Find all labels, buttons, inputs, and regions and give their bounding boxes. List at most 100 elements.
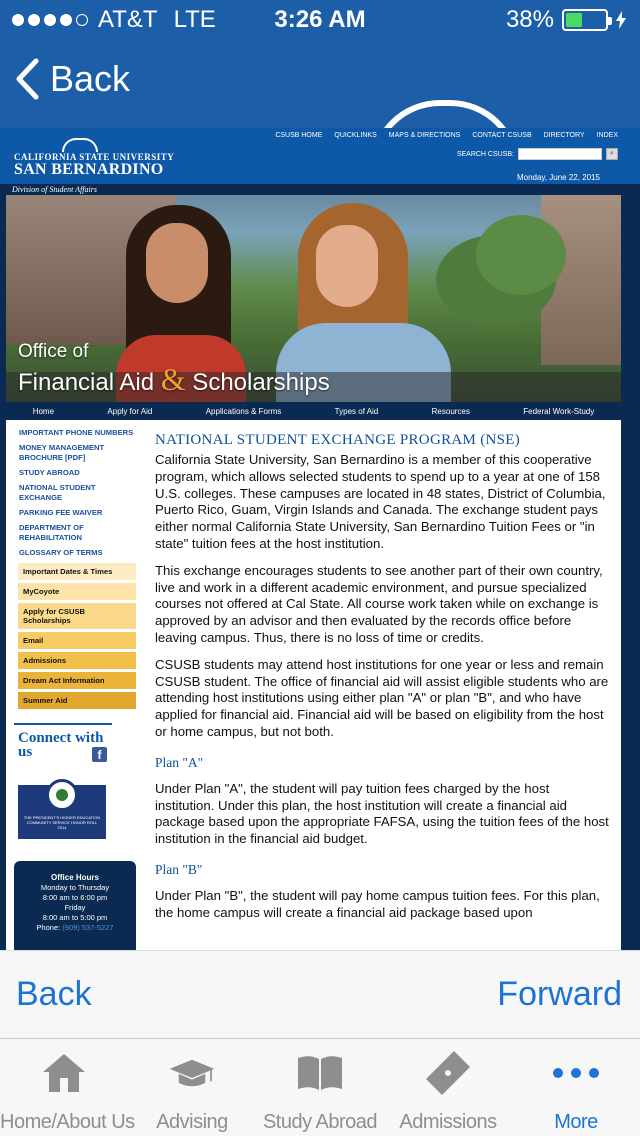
ticket-icon <box>424 1051 472 1095</box>
site-menu: Home Apply for Aid Applications & Forms … <box>6 402 621 420</box>
menu-applications-forms[interactable]: Applications & Forms <box>206 407 282 416</box>
honor-roll-seal[interactable]: THE PRESIDENT'S HIGHER EDUCATION COMMUNI… <box>18 779 106 839</box>
hero-title-line2: Financial Aid & Scholarships <box>18 361 330 398</box>
site-search: SEARCH CSUSB: ⌕ <box>457 148 618 160</box>
tab-more-label: More <box>554 1111 598 1133</box>
sidebar-button-scholarships[interactable]: Apply for CSUSB Scholarships <box>18 603 136 629</box>
nav-back-label: Back <box>50 58 131 99</box>
office-hours-days1: Monday to Thursday <box>40 883 110 892</box>
hero-title-part2: Scholarships <box>185 369 330 396</box>
office-hours: Office Hours Monday to Thursday 8:00 am … <box>14 861 136 950</box>
menu-work-study[interactable]: Federal Work-Study <box>523 407 594 416</box>
search-label: SEARCH CSUSB: <box>456 150 514 158</box>
book-icon <box>296 1051 344 1095</box>
office-phone: Phone: (909) 537-5227 <box>14 923 136 933</box>
tab-study-abroad-label: Study Abroad <box>262 1111 378 1133</box>
site-header: CALIFORNIA STATE UNIVERSITY SAN BERNARDI… <box>0 128 640 184</box>
plan-b-heading: Plan "B" <box>155 861 203 877</box>
honor-roll-emblem-icon <box>46 779 78 811</box>
facebook-icon[interactable]: f <box>92 747 107 762</box>
tab-bar: Home/About Us Advising Study Abroad Admi… <box>0 1038 640 1136</box>
toplink-maps[interactable]: MAPS & DIRECTIONS <box>389 132 461 139</box>
sidebar-button-email[interactable]: Email <box>18 632 136 649</box>
tab-home-about-label: Home/About Us <box>0 1111 135 1133</box>
sidebar-button-mycoyote[interactable]: MyCoyote <box>18 583 136 600</box>
sidebar-link-rehabilitation[interactable]: DEPARTMENT OF REHABILITATION <box>19 523 140 543</box>
hero-title-line1: Office of <box>18 341 89 362</box>
menu-home[interactable]: Home <box>33 407 54 416</box>
plan-a-heading: Plan "A" <box>155 754 204 770</box>
hero-title-part1: Financial Aid <box>18 369 161 396</box>
office-hours-days2: Friday <box>64 903 86 912</box>
sidebar-button-important-dates[interactable]: Important Dates & Times <box>18 563 136 580</box>
menu-types-of-aid[interactable]: Types of Aid <box>335 407 379 416</box>
sidebar-buttons: Important Dates & Times MyCoyote Apply f… <box>18 563 136 709</box>
browser-toolbar: Back Forward <box>0 950 640 1038</box>
sidebar-button-dream-act[interactable]: Dream Act Information <box>18 672 136 689</box>
division-banner: Division of Student Affairs <box>6 184 621 195</box>
toplink-home[interactable]: CSUSB HOME <box>275 132 322 139</box>
paragraph-intro: California State University, San Bernard… <box>155 452 606 551</box>
sidebar-button-admissions[interactable]: Admissions <box>18 652 136 669</box>
hero-banner: Office of Financial Aid & Scholarships <box>6 195 621 402</box>
more-icon <box>552 1051 600 1095</box>
tab-advising-label: Advising <box>156 1111 228 1133</box>
toplink-index[interactable]: INDEX <box>597 132 618 139</box>
office-hours-time1: 8:00 am to 6:00 pm <box>42 893 108 902</box>
paragraph-eligibility: CSUSB students may attend host instituti… <box>155 656 609 739</box>
logo-arc <box>370 100 520 128</box>
honor-roll-text: THE PRESIDENT'S HIGHER EDUCATION COMMUNI… <box>23 815 101 830</box>
sidebar-link-phone-numbers[interactable]: IMPORTANT PHONE NUMBERS <box>19 428 140 438</box>
logo-arch-icon <box>62 138 98 152</box>
menu-apply[interactable]: Apply for Aid <box>107 407 152 416</box>
toplink-quicklinks[interactable]: QUICKLINKS <box>334 132 376 139</box>
battery-icon <box>562 9 612 31</box>
tab-advising[interactable]: Advising <box>128 1039 256 1136</box>
office-phone-label: Phone: <box>36 923 63 932</box>
tab-home-about[interactable]: Home/About Us <box>0 1039 135 1136</box>
tab-admissions-label: Admissions <box>399 1111 497 1133</box>
charging-bolt-icon <box>616 11 626 29</box>
sidebar: IMPORTANT PHONE NUMBERS MONEY MANAGEMENT… <box>6 420 140 950</box>
hero-ampersand: & <box>160 361 186 397</box>
tab-study-abroad[interactable]: Study Abroad <box>256 1039 384 1136</box>
hero-tree <box>476 215 566 295</box>
page-title: NATIONAL STUDENT EXCHANGE PROGRAM (NSE) <box>155 432 521 448</box>
app: AT&T LTE 3:26 AM 38% Back CALIFORNIA STA… <box>0 0 640 1136</box>
sidebar-link-parking-waiver[interactable]: PARKING FEE WAIVER <box>19 508 140 518</box>
top-links: CSUSB HOME QUICKLINKS MAPS & DIRECTIONS … <box>275 132 618 139</box>
browser-forward-button[interactable]: Forward <box>497 975 622 1014</box>
page-body: IMPORTANT PHONE NUMBERS MONEY MANAGEMENT… <box>6 420 621 950</box>
sidebar-link-glossary[interactable]: GLOSSARY OF TERMS <box>19 548 140 558</box>
toplink-contact[interactable]: CONTACT CSUSB <box>472 132 531 139</box>
main-content: NATIONAL STUDENT EXCHANGE PROGRAM (NSE) … <box>155 432 610 932</box>
web-view[interactable]: CALIFORNIA STATE UNIVERSITY SAN BERNARDI… <box>0 128 640 950</box>
toplink-directory[interactable]: DIRECTORY <box>544 132 585 139</box>
graduation-cap-icon <box>168 1051 216 1095</box>
navigation-bar: Back <box>0 40 640 128</box>
sidebar-links: IMPORTANT PHONE NUMBERS MONEY MANAGEMENT… <box>6 420 140 558</box>
paragraph-exchange: This exchange encourages students to see… <box>155 562 603 645</box>
connect-with-us[interactable]: Connect with us f <box>14 723 112 762</box>
plan-b-text: Under Plan "B", the student will pay hom… <box>155 887 600 920</box>
battery-percent: 38% <box>505 6 554 33</box>
nav-back-button[interactable]: Back <box>14 58 130 100</box>
tab-admissions[interactable]: Admissions <box>384 1039 512 1136</box>
sidebar-link-study-abroad[interactable]: STUDY ABROAD <box>19 468 140 478</box>
sidebar-link-money-brochure[interactable]: MONEY MANAGEMENT BROCHURE [PDF] <box>19 443 140 463</box>
logo-line2: SAN BERNARDINO <box>14 161 164 178</box>
plan-a-text: Under Plan "A", the student will pay tui… <box>155 780 609 847</box>
office-hours-time2: 8:00 am to 5:00 pm <box>42 913 108 922</box>
status-bar: AT&T LTE 3:26 AM 38% <box>0 0 640 40</box>
menu-resources[interactable]: Resources <box>432 407 470 416</box>
tab-more[interactable]: More <box>512 1039 640 1136</box>
sidebar-link-student-exchange[interactable]: NATIONAL STUDENT EXCHANGE <box>19 483 140 503</box>
home-icon <box>40 1051 88 1095</box>
university-logo[interactable]: CALIFORNIA STATE UNIVERSITY SAN BERNARDI… <box>14 138 174 178</box>
sidebar-button-summer-aid[interactable]: Summer Aid <box>18 692 136 709</box>
search-icon[interactable]: ⌕ <box>606 148 618 160</box>
browser-back-button[interactable]: Back <box>16 975 92 1014</box>
search-input[interactable] <box>518 148 602 160</box>
office-phone-link[interactable]: (909) 537-5227 <box>62 923 113 932</box>
chevron-left-icon <box>16 58 39 100</box>
